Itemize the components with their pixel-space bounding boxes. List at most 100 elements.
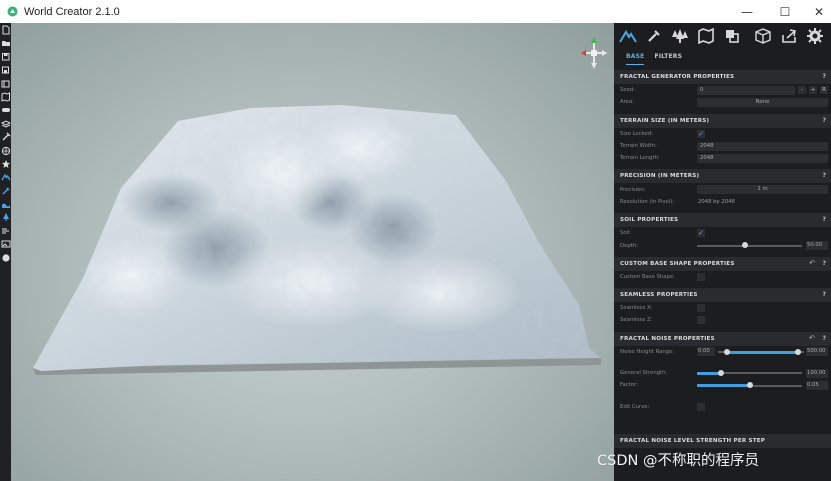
help-icon[interactable]: ?	[823, 291, 826, 298]
seamless-z-checkbox[interactable]	[697, 316, 705, 325]
section-title: FRACTAL GENERATOR PROPERTIES	[620, 74, 735, 80]
new-file-icon[interactable]	[0, 23, 11, 36]
close-button[interactable]: ✕	[800, 0, 831, 23]
seamless-x-row: Seamless X:	[614, 302, 831, 314]
factor-label: Factor:	[620, 382, 638, 389]
precision-select[interactable]: 1 m	[697, 185, 828, 195]
layers-icon[interactable]	[0, 117, 11, 130]
save-as-icon[interactable]	[0, 63, 11, 76]
layers-icon[interactable]	[722, 26, 742, 46]
wind-icon[interactable]	[0, 224, 11, 237]
help-icon[interactable]: ?	[823, 260, 826, 267]
help-icon[interactable]: ?	[823, 172, 826, 179]
brush-tool-icon[interactable]	[644, 26, 664, 46]
terrain-width-input[interactable]: 2048	[697, 141, 828, 151]
noise-height-range-label: Noise Height Range:	[620, 348, 675, 355]
depth-slider-handle[interactable]	[742, 242, 749, 249]
export-icon[interactable]	[0, 77, 11, 90]
sphere-icon[interactable]	[0, 251, 11, 264]
share-icon[interactable]	[779, 26, 799, 46]
image-icon[interactable]	[0, 237, 11, 250]
depth-slider-track[interactable]	[697, 244, 802, 247]
help-icon[interactable]: ?	[823, 73, 826, 80]
star-icon[interactable]	[0, 157, 11, 170]
terrain-width-row: Terrain Width: 2048	[614, 140, 831, 152]
title-bar: World Creator 2.1.0 — ☐ ✕	[0, 0, 831, 23]
general-strength-label: General Strength:	[620, 370, 668, 376]
seed-input[interactable]: 0	[697, 85, 795, 95]
noise-height-min-handle[interactable]	[723, 348, 730, 355]
size-locked-checkbox[interactable]: ✓	[697, 129, 705, 138]
forest-icon[interactable]	[670, 26, 690, 46]
noise-height-range-fill	[726, 350, 798, 354]
edit-curve-checkbox[interactable]	[697, 402, 705, 411]
map-icon[interactable]	[696, 26, 716, 46]
help-icon[interactable]: ?	[823, 117, 826, 124]
terrain-mountain-icon[interactable]	[618, 26, 638, 46]
seamless-header[interactable]: SEAMLESS PROPERTIES ?	[614, 287, 831, 302]
undo-icon[interactable]: ↶	[809, 259, 815, 267]
fractal-noise-header[interactable]: FRACTAL NOISE PROPERTIES ↶ ?	[614, 331, 831, 346]
water-icon[interactable]	[0, 197, 11, 210]
map-icon[interactable]	[0, 90, 11, 103]
tab-filters[interactable]: FILTERS	[654, 49, 682, 65]
cube-export-icon[interactable]	[753, 26, 773, 46]
factor-row: Factor: 0.05	[614, 379, 831, 391]
terrain-size-header[interactable]: TERRAIN SIZE (IN METERS) ?	[614, 113, 831, 128]
minimize-button[interactable]: —	[728, 0, 766, 23]
orientation-gizmo[interactable]	[579, 35, 609, 71]
terrain-length-row: Terrain Length: 2048	[614, 152, 831, 164]
precision-header[interactable]: PRECISION (IN METERS) ?	[614, 169, 831, 184]
tree-icon[interactable]	[0, 210, 11, 223]
custom-base-shape-checkbox[interactable]	[697, 272, 705, 281]
settings-gear-icon[interactable]	[805, 26, 825, 46]
game-controller-icon[interactable]	[0, 103, 11, 116]
size-locked-row: Size Locked: ✓	[614, 128, 831, 140]
soil-label: Soil:	[620, 230, 632, 237]
seed-decrement-button[interactable]: -	[798, 86, 806, 95]
general-strength-value[interactable]: 100.00	[806, 368, 828, 378]
general-strength-handle[interactable]	[718, 369, 725, 376]
soil-header[interactable]: SOIL PROPERTIES ?	[614, 213, 831, 228]
factor-value[interactable]: 0.05	[806, 380, 828, 390]
seed-increment-button[interactable]: +	[809, 86, 817, 95]
precision-label: Precision:	[620, 186, 646, 193]
depth-row: Depth: 50.00	[614, 239, 831, 251]
seed-random-button[interactable]: R	[820, 86, 828, 95]
save-icon[interactable]	[0, 50, 11, 63]
area-select[interactable]: None	[697, 97, 828, 107]
terrain-length-input[interactable]: 2048	[697, 153, 828, 163]
soil-checkbox[interactable]: ✓	[697, 229, 705, 238]
maximize-button[interactable]: ☐	[766, 0, 804, 23]
factor-handle[interactable]	[746, 382, 753, 389]
depth-value[interactable]: 50.00	[806, 241, 828, 251]
terrain-viewport[interactable]	[11, 23, 614, 481]
tools-icon[interactable]	[0, 130, 11, 143]
panel-tabs: BASE FILTERS	[614, 49, 831, 65]
noise-height-min[interactable]: 0.00	[697, 347, 715, 357]
panel-toolbar	[614, 23, 831, 49]
section-title: CUSTOM BASE SHAPE PROPERTIES	[620, 260, 735, 267]
globe-icon[interactable]	[0, 144, 11, 157]
seamless-x-label: Seamless X:	[620, 305, 653, 312]
depth-label: Depth:	[620, 242, 638, 249]
custom-base-shape-header[interactable]: CUSTOM BASE SHAPE PROPERTIES ↶ ?	[614, 256, 831, 271]
noise-height-max-handle[interactable]	[794, 348, 801, 355]
help-icon[interactable]: ?	[823, 335, 826, 342]
undo-icon[interactable]: ↶	[809, 334, 815, 342]
noise-height-max[interactable]: 500.00	[806, 347, 828, 357]
fractal-generator-header[interactable]: FRACTAL GENERATOR PROPERTIES ?	[614, 70, 831, 84]
open-folder-icon[interactable]	[0, 36, 11, 49]
brush-icon[interactable]	[0, 184, 11, 197]
seed-label: Seed:	[620, 87, 636, 94]
section-title: TERRAIN SIZE (IN METERS)	[620, 117, 710, 124]
mountain-icon[interactable]	[0, 170, 11, 183]
noise-level-strength-header[interactable]: FRACTAL NOISE LEVEL STRENGTH PER STEP	[614, 433, 831, 448]
seamless-x-checkbox[interactable]	[697, 304, 705, 313]
watermark-text: CSDN @不称职的程序员	[597, 453, 759, 469]
help-icon[interactable]: ?	[823, 216, 826, 223]
minimize-icon: —	[741, 4, 753, 19]
tab-base[interactable]: BASE	[626, 49, 645, 65]
